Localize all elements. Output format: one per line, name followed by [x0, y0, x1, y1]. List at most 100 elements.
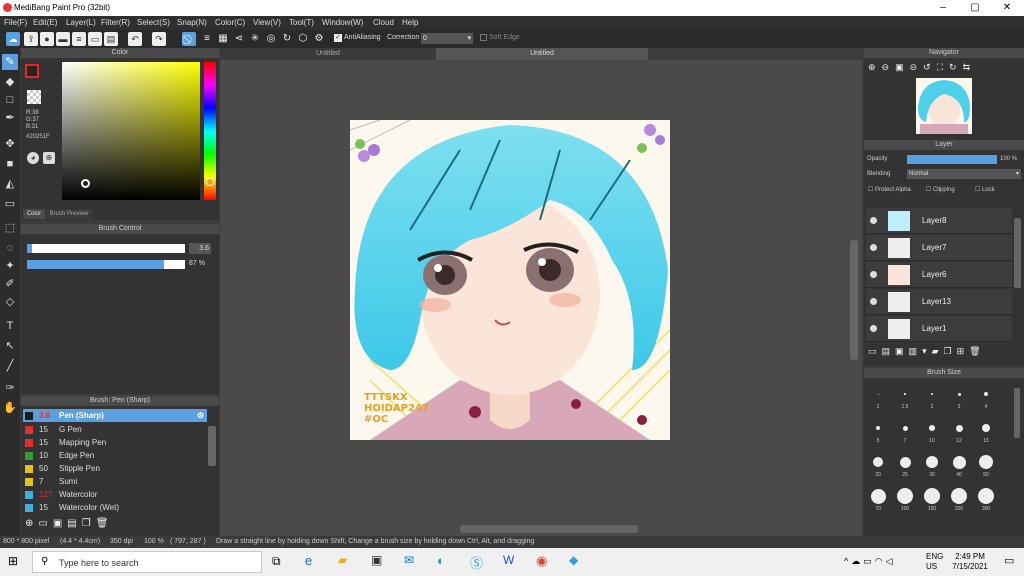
brush-size-dot[interactable]: [951, 488, 967, 504]
menu-file[interactable]: File(F): [4, 18, 27, 27]
eyedropper-icon[interactable]: ⊕: [43, 152, 55, 164]
duplicate-icon[interactable]: ❐: [82, 518, 96, 529]
brush-item-mapping-pen[interactable]: 15 Mapping Pen: [23, 436, 207, 449]
menu-edit[interactable]: Edit(E): [33, 18, 57, 27]
soft-edge-checkbox[interactable]: [480, 34, 487, 41]
layer-menu-icon[interactable]: ▾: [922, 346, 932, 356]
file-explorer-icon[interactable]: ▰: [338, 553, 347, 567]
correction-select[interactable]: 0 ▾: [421, 33, 473, 44]
rotate-right-icon[interactable]: ↻: [949, 62, 963, 72]
antialiasing-checkbox[interactable]: ✓: [334, 34, 342, 42]
menu-window[interactable]: Window(W): [322, 18, 363, 27]
protect-alpha-checkbox[interactable]: ☐ Protect Alpha: [868, 186, 911, 193]
brush-size-slider[interactable]: [27, 244, 185, 253]
new-file-icon[interactable]: ▭: [88, 32, 102, 46]
task-view-icon[interactable]: ⧉: [272, 554, 281, 569]
clock[interactable]: 2:49 PM 7/15/2021: [950, 552, 990, 572]
merge-layer-icon[interactable]: ⊞: [957, 346, 970, 356]
primary-color-swatch[interactable]: [25, 64, 39, 78]
store-icon[interactable]: ▣: [371, 553, 382, 567]
bucket-tool-icon[interactable]: ◭: [2, 176, 18, 192]
copy-brush-icon[interactable]: ▤: [67, 518, 81, 529]
radial-snap-icon[interactable]: ✳: [248, 32, 262, 46]
brush-size-dot[interactable]: [979, 455, 993, 469]
eraser-tool-icon[interactable]: ◆: [2, 74, 18, 90]
operation-tool-icon[interactable]: ↖: [2, 338, 18, 354]
eye-icon[interactable]: [870, 325, 877, 332]
open-folder-icon[interactable]: ▤: [104, 32, 118, 46]
layer-list-scrollbar[interactable]: [1014, 218, 1021, 288]
brush-size-dot[interactable]: [955, 424, 963, 432]
mail-icon[interactable]: ✉: [404, 553, 414, 567]
edge-legacy-icon[interactable]: e: [305, 553, 312, 568]
brush-size-dot[interactable]: [877, 393, 879, 395]
share-icon[interactable]: ⇪: [24, 32, 38, 46]
brush-size-dot[interactable]: [899, 456, 911, 468]
fit-icon[interactable]: ▣: [895, 62, 910, 72]
language-indicator[interactable]: ENG US: [926, 552, 943, 572]
artwork-canvas[interactable]: TTTSKX HOIDAP247 #OC: [350, 120, 670, 440]
edge-icon[interactable]: ◐: [437, 553, 445, 568]
brush-size-dot[interactable]: [984, 392, 988, 396]
brush-opacity-slider[interactable]: [27, 260, 185, 269]
brush-item-sumi[interactable]: 7 Sumi: [23, 475, 207, 488]
list-icon[interactable]: ≡: [72, 32, 86, 46]
layer-row-layer1[interactable]: Layer1: [866, 316, 1012, 342]
brush-size-dot[interactable]: [957, 392, 961, 396]
menu-select[interactable]: Select(S): [137, 18, 170, 27]
wifi-icon[interactable]: ◠: [875, 556, 886, 566]
brush-size-dot[interactable]: [897, 488, 913, 504]
menu-snap[interactable]: Snap(N): [177, 18, 207, 27]
redo-icon[interactable]: ↷: [152, 32, 166, 46]
select-eraser-tool-icon[interactable]: ◇: [2, 294, 18, 310]
eye-icon[interactable]: [870, 271, 877, 278]
undo-icon[interactable]: ↶: [128, 32, 142, 46]
navigator-preview[interactable]: [916, 78, 972, 134]
folder-icon[interactable]: ▰: [932, 346, 944, 356]
menu-layer[interactable]: Layer(L): [66, 18, 96, 27]
eye-icon[interactable]: [870, 244, 877, 251]
zoom-actual-icon[interactable]: ⊝: [910, 62, 924, 72]
eye-icon[interactable]: [870, 217, 877, 224]
grid-snap-icon[interactable]: ▦: [216, 32, 230, 46]
settings-snap-icon[interactable]: ⚙: [312, 32, 326, 46]
clipping-checkbox[interactable]: ☐ Clipping: [926, 186, 955, 193]
notification-icon[interactable]: ▭: [1004, 554, 1014, 567]
brush-item-watercolor[interactable]: 127 Watercolor: [23, 488, 207, 501]
fullscreen-icon[interactable]: ⛶: [937, 62, 949, 72]
gear-icon[interactable]: ⚙: [197, 409, 204, 422]
message-icon[interactable]: ▬: [56, 32, 70, 46]
color-picker-cursor[interactable]: [81, 179, 90, 188]
hue-slider-handle[interactable]: [206, 178, 214, 186]
brush-item-edge-pen[interactable]: 10 Edge Pen: [23, 449, 207, 462]
fill-rect-tool-icon[interactable]: ■: [2, 156, 18, 172]
brush-size-dot[interactable]: [931, 393, 933, 395]
menu-tool[interactable]: Tool(T): [289, 18, 314, 27]
duplicate-layer-icon[interactable]: ❐: [944, 346, 957, 356]
vanishing-snap-icon[interactable]: ⬡: [296, 32, 310, 46]
add-brush-icon[interactable]: ⊕: [25, 518, 38, 529]
tab-untitled-1[interactable]: Untitled: [220, 48, 436, 60]
eyedropper-tool-icon[interactable]: ✑: [2, 380, 18, 396]
rotate-left-icon[interactable]: ↺: [923, 62, 937, 72]
pen-tool-icon[interactable]: ✒: [2, 110, 18, 126]
magic-wand-tool-icon[interactable]: ✦: [2, 258, 18, 274]
tab-untitled-2[interactable]: Untitled: [436, 48, 648, 60]
divide-tool-icon[interactable]: ╱: [2, 358, 18, 374]
brush-item-pen-sharp[interactable]: 3.6 Pen (Sharp) ⚙: [23, 409, 207, 422]
cloud-icon[interactable]: ☁: [851, 556, 863, 566]
blending-select[interactable]: Normal ▾: [907, 169, 1021, 179]
new-layer-icon[interactable]: ▭: [868, 346, 882, 356]
move-tool-icon[interactable]: ✥: [2, 136, 18, 152]
menu-color[interactable]: Color(C): [215, 18, 245, 27]
brush-list-scrollbar[interactable]: [208, 426, 216, 466]
brush-item-g-pen[interactable]: 15 G Pen: [23, 423, 207, 436]
palette-icon[interactable]: ◕: [27, 152, 39, 164]
brush-size-value[interactable]: 3.6: [189, 243, 211, 254]
zoom-in-icon[interactable]: ⊕: [868, 62, 882, 72]
text-tool-icon[interactable]: T: [2, 318, 18, 334]
delete-layer-icon[interactable]: 🗑: [969, 346, 985, 356]
circle-snap-icon[interactable]: ◎: [264, 32, 278, 46]
maximize-button[interactable]: ▢: [960, 1, 990, 15]
new-1bit-layer-icon[interactable]: ▥: [909, 346, 923, 356]
